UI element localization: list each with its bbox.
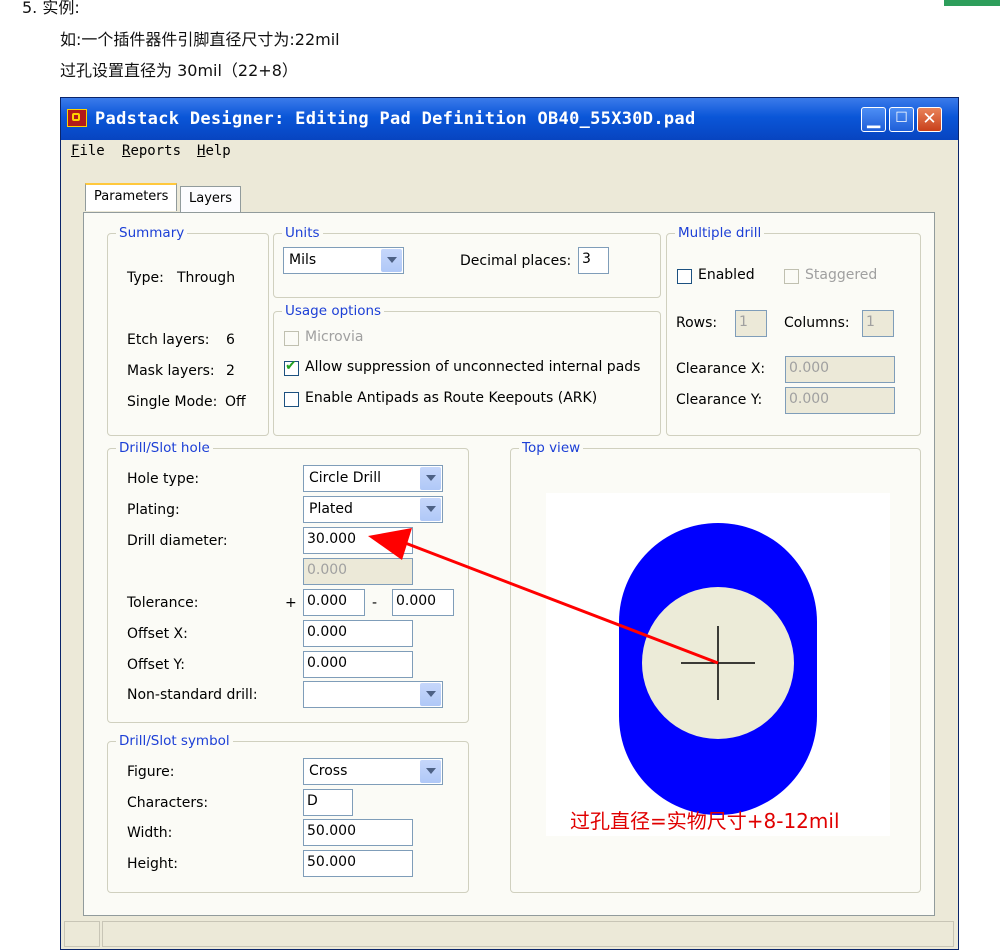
annotation-arrow (368, 528, 719, 665)
tab-parameters[interactable]: Parameters (85, 183, 178, 211)
arrow-line (399, 539, 719, 665)
arrow-head (368, 528, 412, 560)
